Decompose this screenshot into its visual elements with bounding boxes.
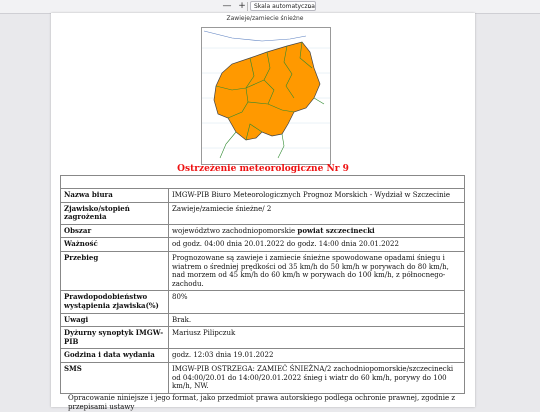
row-key: Ważność <box>60 237 169 252</box>
outer-border <box>277 133 285 159</box>
toolbar-separator <box>247 2 248 11</box>
outer-border <box>219 131 237 159</box>
table-row: Godzina i data wydania godz. 12:03 dnia … <box>60 348 465 363</box>
document-page: Zawieje/zamiecie śnieżne Ostrzeżenie met… <box>51 13 475 411</box>
area-county: powiat szczecinecki <box>297 225 375 235</box>
table-row: Prawdopodobieństwo wystąpienia zjawiska(… <box>60 290 465 314</box>
row-key: Obszar <box>60 223 169 239</box>
region-map-svg <box>202 30 330 159</box>
copyright-note: Opracowanie niniejsze i jego format, jak… <box>68 394 456 411</box>
row-value: Zawieje/zamiecie śnieżne/ 2 <box>168 201 465 225</box>
map-frame <box>201 27 331 165</box>
alert-region <box>213 41 321 141</box>
row-value: Mariusz Pilipczuk <box>168 326 465 350</box>
table-row <box>60 175 465 189</box>
coastline <box>203 30 307 42</box>
row-value: Brak. <box>168 312 465 328</box>
map-title: Zawieje/zamiecie śnieżne <box>226 15 304 22</box>
row-key: Przebieg <box>60 250 169 292</box>
pdf-toolbar: — + Skala automatyczna ⌄ <box>0 0 540 14</box>
row-value: godz. 12:03 dnia 19.01.2022 <box>168 348 465 363</box>
row-key: Uwagi <box>60 312 169 328</box>
row-value: IMGW-PIB OSTRZEGA: ZAMIEĆ ŚNIEŻNA/2 zach… <box>168 361 465 394</box>
row-value: 80% <box>168 290 465 314</box>
table-row: Obszar województwo zachodniopomorskie po… <box>60 223 465 239</box>
warning-table: Nazwa biura IMGW-PIB Biuro Meteorologicz… <box>60 175 465 394</box>
chevron-down-icon: ⌄ <box>306 3 312 10</box>
row-key: SMS <box>60 361 169 394</box>
zoom-in-button[interactable]: + <box>237 1 247 11</box>
table-row: Uwagi Brak. <box>60 312 465 328</box>
row-value: IMGW-PIB Biuro Meteorologicznych Prognoz… <box>168 188 465 203</box>
zoom-select[interactable]: Skala automatyczna ⌄ <box>250 1 316 11</box>
zoom-select-value: Skala automatyczna <box>254 3 315 10</box>
row-key: Zjawisko/stopień zagrożenia <box>60 201 169 225</box>
outer-border <box>313 97 325 105</box>
table-row: Dyżurny synoptyk IMGW-PIB Mariusz Pilipc… <box>60 326 465 350</box>
table-row: Przebieg Prognozowane są zawieje i zamie… <box>60 250 465 292</box>
row-key: Godzina i data wydania <box>60 348 169 363</box>
row-key: Dyżurny synoptyk IMGW-PIB <box>60 326 169 350</box>
warning-map: Zawieje/zamiecie śnieżne <box>197 15 333 165</box>
table-row: SMS IMGW-PIB OSTRZEGA: ZAMIEĆ ŚNIEŻNA/2 … <box>60 361 465 394</box>
table-row: Ważność od godz. 04:00 dnia 20.01.2022 d… <box>60 237 465 252</box>
row-value: województwo zachodniopomorskie powiat sz… <box>168 223 465 239</box>
table-row: Zjawisko/stopień zagrożenia Zawieje/zami… <box>60 201 465 225</box>
row-value: Prognozowane są zawieje i zamiecie śnież… <box>168 250 465 292</box>
warning-headline: Ostrzeżenie meteorologiczne Nr 9 <box>177 164 349 174</box>
row-key: Prawdopodobieństwo wystąpienia zjawiska(… <box>60 290 169 314</box>
table-row: Nazwa biura IMGW-PIB Biuro Meteorologicz… <box>60 188 465 203</box>
row-key: Nazwa biura <box>60 188 169 203</box>
row-value: od godz. 04:00 dnia 20.01.2022 do godz. … <box>168 237 465 252</box>
table-title-cell <box>60 175 465 189</box>
zoom-out-button[interactable]: — <box>222 1 232 11</box>
area-prefix: województwo zachodniopomorskie <box>172 226 298 235</box>
